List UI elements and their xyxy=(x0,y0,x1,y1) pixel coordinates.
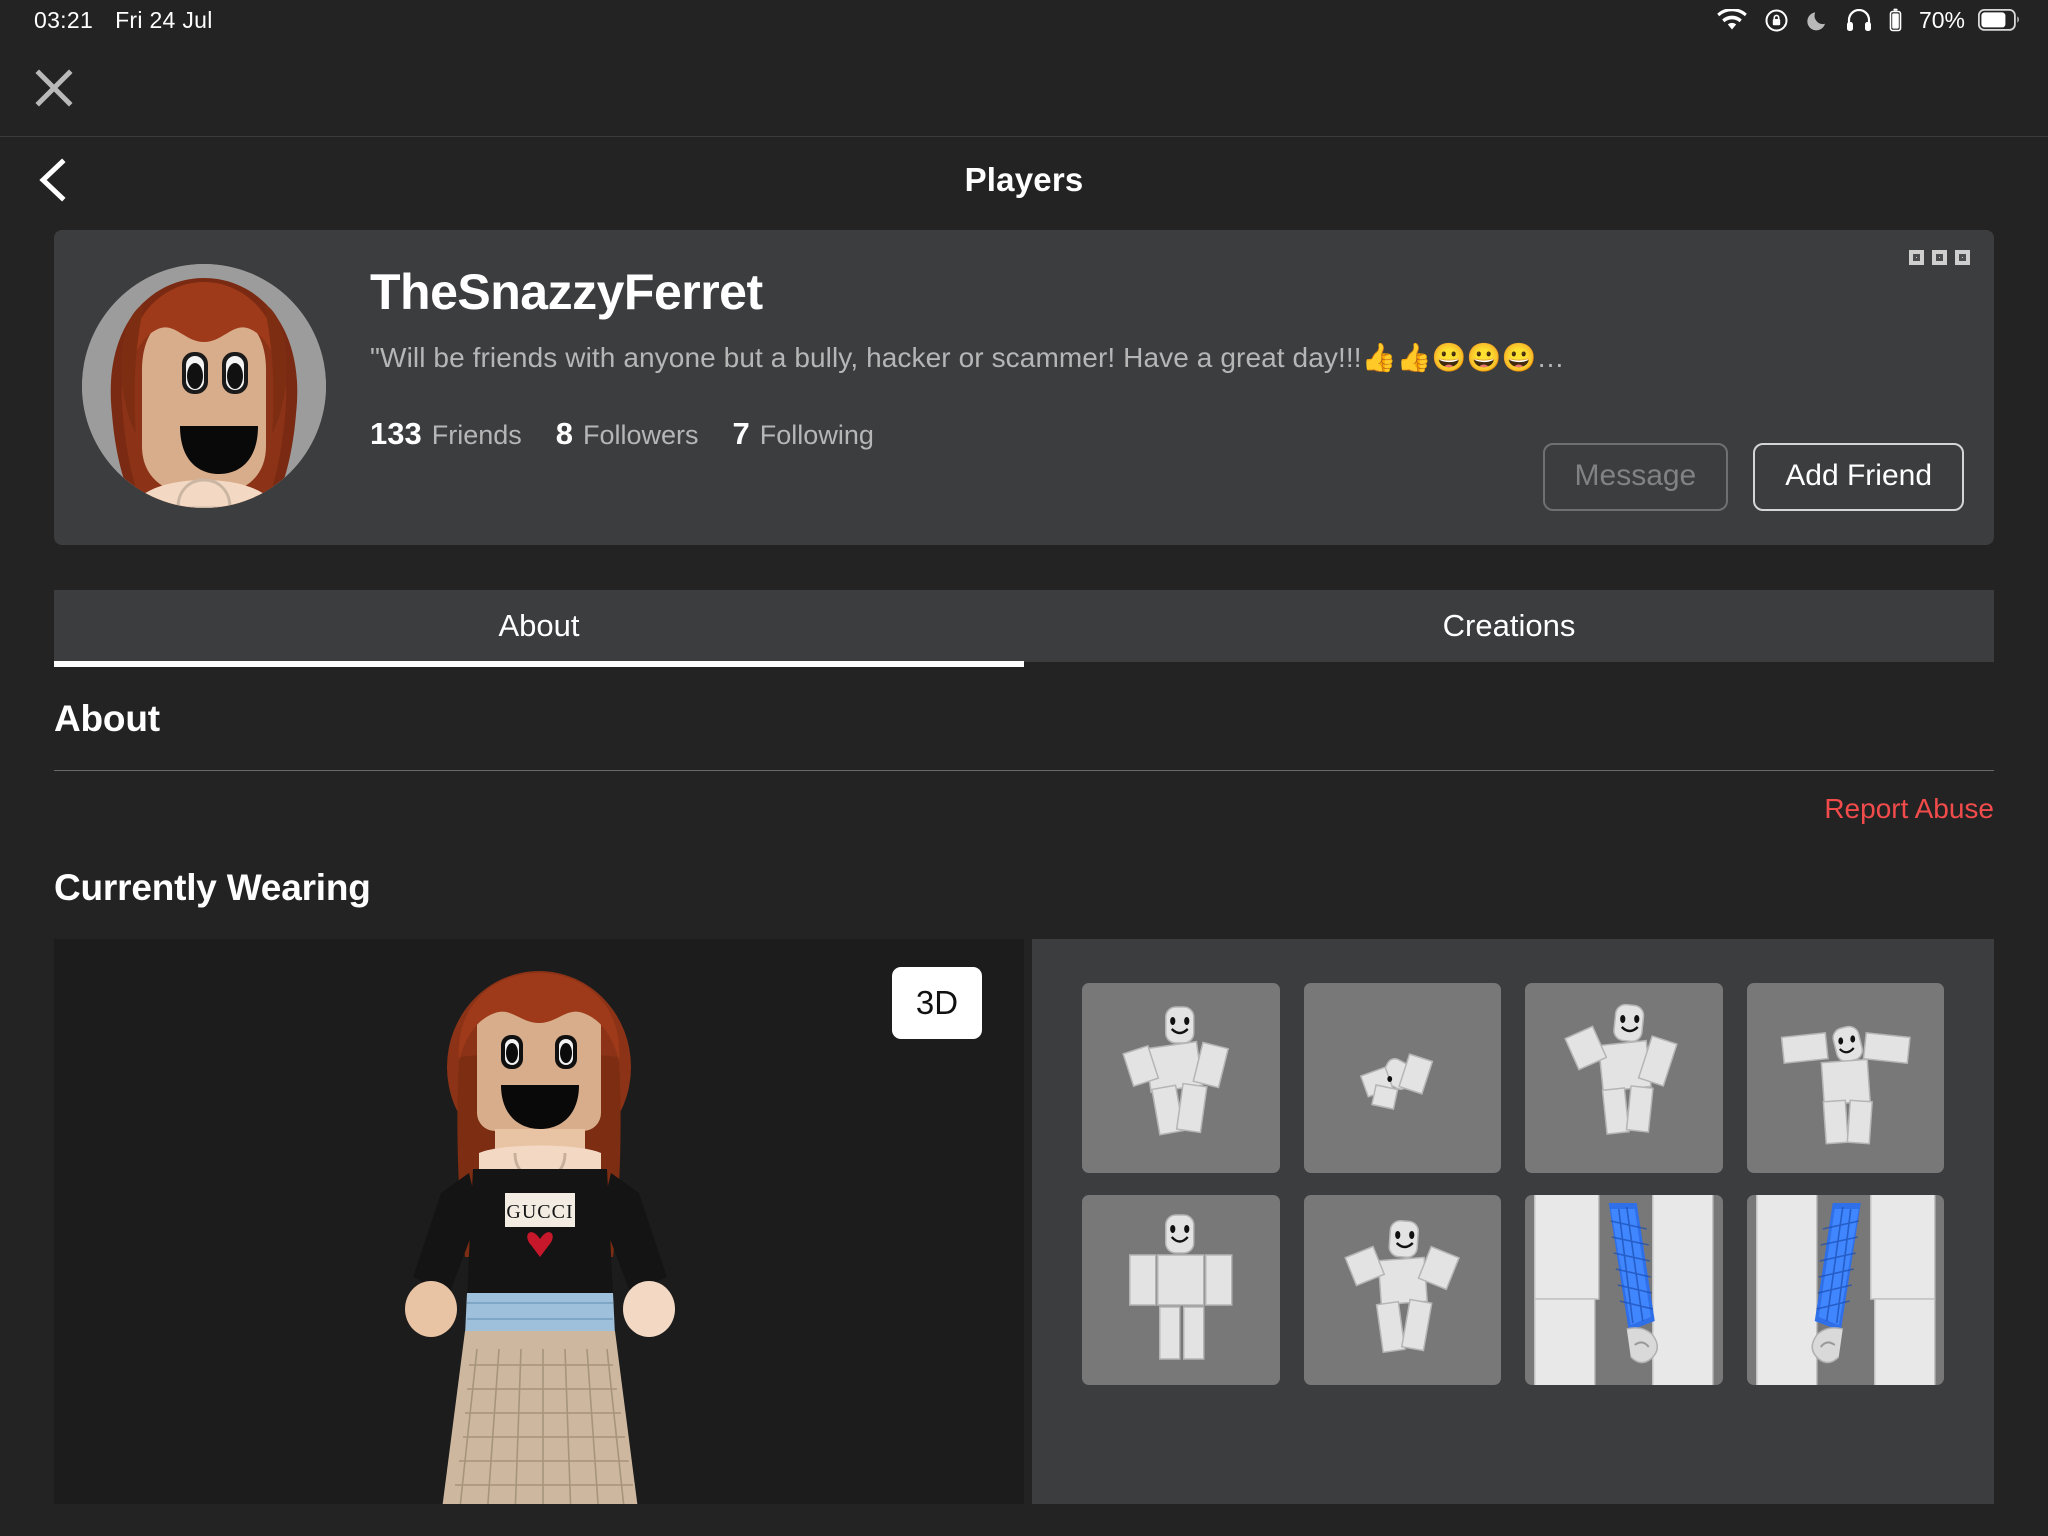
wifi-icon xyxy=(1717,9,1747,31)
clock-date: Fri 24 Jul xyxy=(115,6,213,33)
avatar-animation-item-4[interactable] xyxy=(1746,983,1944,1173)
profile-actions: Message Add Friend xyxy=(1542,443,1964,511)
status-bar-left: 03:21 Fri 24 Jul xyxy=(34,7,213,34)
stat-followers-label: Followers xyxy=(583,419,699,450)
profile-card: TheSnazzyFerret "Will be friends with an… xyxy=(54,230,1994,545)
currently-wearing-items xyxy=(1032,939,1994,1504)
stat-followers[interactable]: 8 Followers xyxy=(556,416,699,452)
stat-friends-count: 133 xyxy=(370,415,422,451)
avatar-animation-item-6[interactable] xyxy=(1303,1195,1501,1385)
add-friend-button[interactable]: Add Friend xyxy=(1753,443,1964,511)
menu-dot-3 xyxy=(1955,250,1970,265)
modal-header-bar xyxy=(0,40,2048,137)
overflow-menu-icon[interactable] xyxy=(1909,250,1970,265)
blue-arm-item-8[interactable] xyxy=(1746,1195,1944,1385)
blue-arm-item-7[interactable] xyxy=(1525,1195,1723,1385)
avatar-3d-render: GUCCI xyxy=(405,971,675,1504)
toggle-3d-button[interactable]: 3D xyxy=(892,967,982,1039)
tab-about[interactable]: About xyxy=(54,590,1024,667)
profile-tabs: About Creations xyxy=(54,590,1994,667)
svg-text:GUCCI: GUCCI xyxy=(506,1201,573,1223)
profile-username: TheSnazzyFerret xyxy=(370,264,763,320)
avatar-animation-item-2[interactable] xyxy=(1303,983,1501,1173)
avatar[interactable] xyxy=(82,264,326,508)
currently-wearing-heading: Currently Wearing xyxy=(54,867,371,908)
avatar-animation-item-5[interactable] xyxy=(1082,1195,1280,1385)
message-button[interactable]: Message xyxy=(1542,443,1729,511)
report-row: Report Abuse xyxy=(54,771,1994,825)
avatar-animation-item-3[interactable] xyxy=(1525,983,1723,1173)
tab-creations[interactable]: Creations xyxy=(1024,590,1994,662)
stat-friends[interactable]: 133 Friends xyxy=(370,416,522,452)
battery-icon xyxy=(1978,9,2020,31)
headphones-icon xyxy=(1846,9,1872,31)
profile-bio: "Will be friends with anyone but a bully… xyxy=(370,341,1565,373)
page-title: Players xyxy=(964,160,1084,198)
headphones-battery-icon xyxy=(1889,8,1902,32)
rotation-lock-icon xyxy=(1764,8,1789,33)
close-icon[interactable] xyxy=(32,66,76,110)
currently-wearing-body: 3D GUCCI xyxy=(54,939,1994,1504)
stat-following[interactable]: 7 Following xyxy=(733,416,874,452)
avatar-animation-item-1[interactable] xyxy=(1082,983,1280,1173)
do-not-disturb-moon-icon xyxy=(1806,9,1829,32)
status-bar-right: 70% xyxy=(1717,7,2020,34)
stat-following-label: Following xyxy=(759,419,874,450)
clock-time: 03:21 xyxy=(34,6,94,33)
menu-dot-2 xyxy=(1932,250,1947,265)
stat-friends-label: Friends xyxy=(431,419,522,450)
about-heading: About xyxy=(54,698,160,739)
ios-status-bar: 03:21 Fri 24 Jul 70% xyxy=(0,0,2048,40)
about-section: About Report Abuse xyxy=(54,662,1994,825)
battery-percent-label: 70% xyxy=(1918,6,1965,33)
report-abuse-link[interactable]: Report Abuse xyxy=(1824,793,1994,825)
menu-dot-1 xyxy=(1909,250,1924,265)
stat-followers-count: 8 xyxy=(555,415,574,451)
back-chevron-icon[interactable] xyxy=(34,156,74,204)
stat-following-count: 7 xyxy=(732,415,750,451)
avatar-viewer[interactable]: 3D GUCCI xyxy=(54,939,1024,1504)
navigation-bar: Players xyxy=(0,137,2048,222)
